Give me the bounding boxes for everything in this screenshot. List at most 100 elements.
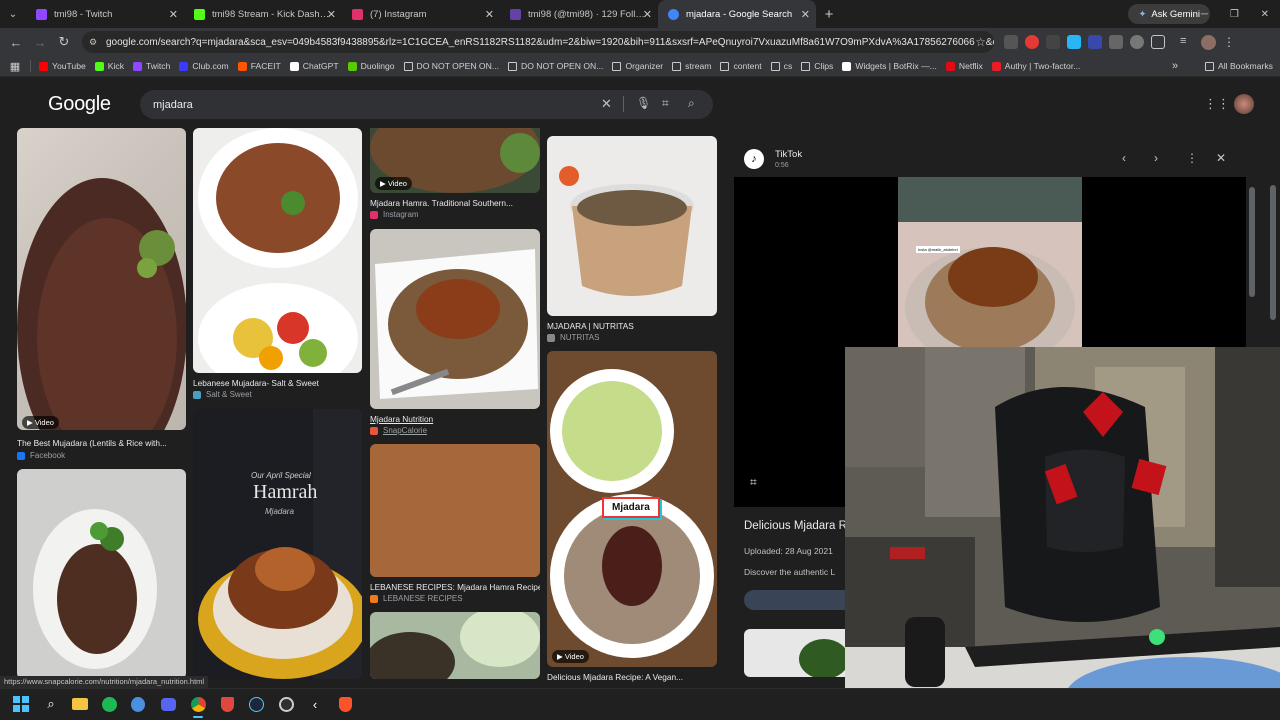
page-scrollbar-thumb[interactable] xyxy=(1270,185,1276,320)
close-window-icon[interactable]: ✕ xyxy=(1261,9,1269,20)
result-image[interactable] xyxy=(370,444,540,577)
more-bookmarks-icon[interactable]: » xyxy=(1172,60,1178,72)
site-info-icon[interactable]: ⚙ xyxy=(89,37,97,48)
result-image[interactable]: Mjadara xyxy=(547,351,717,667)
result-title[interactable]: Mjadara Nutrition xyxy=(370,414,540,424)
extension-icon[interactable] xyxy=(1109,35,1123,49)
apps-icon[interactable]: ▦ xyxy=(0,60,30,73)
profile-avatar[interactable] xyxy=(1201,34,1216,50)
bookmark-item[interactable]: Club.com xyxy=(179,61,229,71)
search-taskbar-icon[interactable]: ⌕ xyxy=(42,695,60,713)
spotify-icon[interactable] xyxy=(100,695,118,713)
tab-kick[interactable]: tmi98 Stream - Kick Dashboard ✕ xyxy=(184,0,342,28)
result-image[interactable]: Our April Special Hamrah Mjadara xyxy=(193,409,362,679)
bookmark-item[interactable]: DO NOT OPEN ON... xyxy=(507,61,603,71)
result-source[interactable]: Instagram xyxy=(370,210,419,219)
tab-google-search[interactable]: mjadara - Google Search ✕ xyxy=(658,0,816,28)
result-source[interactable]: Facebook xyxy=(17,451,65,460)
related-image[interactable] xyxy=(744,629,854,677)
mic-icon[interactable]: 🎙︎ xyxy=(636,96,651,110)
next-icon[interactable]: › xyxy=(1154,151,1158,165)
panel-title[interactable]: Delicious Mjadara R xyxy=(744,520,847,532)
tab-twitch-followers[interactable]: tmi98 (@tmi98) · 129 Followers ✕ xyxy=(500,0,658,28)
result-image[interactable] xyxy=(547,136,717,316)
discord-icon[interactable] xyxy=(159,695,177,713)
forward-icon[interactable]: → xyxy=(28,35,52,50)
menu-icon[interactable]: ⋮ xyxy=(1223,35,1235,49)
app-icon[interactable]: ‹ xyxy=(306,695,324,713)
bookmark-item[interactable]: content xyxy=(720,61,762,71)
minimize-icon[interactable]: ─ xyxy=(1201,9,1208,20)
tab-search-icon[interactable]: ⌄ xyxy=(0,9,26,20)
bookmark-item[interactable]: Organizer xyxy=(612,61,663,71)
extension-icon[interactable] xyxy=(1025,35,1039,49)
lens-search-icon[interactable]: ⌗ xyxy=(750,475,757,490)
result-title[interactable]: The Best Mujadara (Lentils & Rice with..… xyxy=(17,438,187,448)
puzzle-icon[interactable] xyxy=(1151,35,1165,49)
bookmark-item[interactable]: Duolingo xyxy=(347,61,395,71)
account-avatar[interactable] xyxy=(1234,94,1254,114)
bookmark-item[interactable]: Widgets | BotRix —... xyxy=(842,61,937,71)
result-image[interactable] xyxy=(370,229,540,409)
reload-icon[interactable]: ↻ xyxy=(52,34,76,50)
result-title[interactable]: Mjadara Hamra. Traditional Southern... xyxy=(370,198,540,208)
bookmark-item[interactable]: stream xyxy=(672,61,711,71)
back-icon[interactable]: ← xyxy=(4,35,28,50)
extension-icon[interactable] xyxy=(1046,35,1060,49)
extension-icon[interactable] xyxy=(1088,35,1102,49)
file-explorer-icon[interactable] xyxy=(71,695,89,713)
reading-list-icon[interactable]: ≡ xyxy=(1180,35,1194,49)
brave-icon[interactable] xyxy=(336,695,354,713)
extension-icon[interactable] xyxy=(1067,35,1081,49)
scrollbar-thumb[interactable] xyxy=(1249,187,1255,297)
tab-twitch[interactable]: tmi98 - Twitch ✕ xyxy=(26,0,184,28)
bookmark-item[interactable]: Twitch xyxy=(133,61,170,71)
restore-icon[interactable]: ❐ xyxy=(1230,9,1239,20)
result-title[interactable]: LEBANESE RECIPES: Mjadara Hamra Recipe xyxy=(370,582,540,592)
more-options-icon[interactable]: ⋮ xyxy=(1186,151,1198,165)
windows-start-icon[interactable] xyxy=(12,695,30,713)
new-tab-button[interactable]: + xyxy=(816,6,842,23)
bookmark-star-icon[interactable]: ☆ xyxy=(975,35,986,49)
bookmark-item[interactable]: Netflix xyxy=(945,61,983,71)
google-apps-icon[interactable]: ⋮⋮ xyxy=(1204,96,1230,112)
bookmark-item[interactable]: Clips xyxy=(801,61,833,71)
lens-icon[interactable]: ⌗ xyxy=(662,96,669,111)
search-box[interactable]: mjadara xyxy=(140,90,713,119)
close-tab-icon[interactable]: ✕ xyxy=(643,8,652,21)
shield-icon[interactable] xyxy=(218,695,236,713)
bookmark-item[interactable]: ChatGPT xyxy=(289,61,339,71)
result-source[interactable]: NUTRITAS xyxy=(547,333,599,342)
extension-icon[interactable] xyxy=(1130,35,1144,49)
search-input[interactable]: mjadara xyxy=(153,99,193,111)
visit-button[interactable] xyxy=(744,590,854,610)
google-logo[interactable]: Google xyxy=(48,93,111,116)
chrome-icon[interactable] xyxy=(189,695,207,713)
result-title[interactable]: MJADARA | NUTRITAS xyxy=(547,321,717,331)
result-image[interactable] xyxy=(17,469,186,679)
search-icon[interactable]: ⌕ xyxy=(688,96,695,111)
obs-icon[interactable] xyxy=(277,695,295,713)
bookmark-item[interactable]: cs xyxy=(770,61,792,71)
result-source[interactable]: LEBANESE RECIPES xyxy=(370,594,463,603)
result-image[interactable] xyxy=(370,612,540,679)
address-bar[interactable]: ⚙ google.com/search?q=mjadara&sca_esv=04… xyxy=(82,31,994,53)
all-bookmarks[interactable]: All Bookmarks xyxy=(1205,61,1273,71)
panel-source[interactable]: TikTok xyxy=(775,149,802,160)
result-image[interactable] xyxy=(193,128,362,373)
close-panel-icon[interactable]: ✕ xyxy=(1216,151,1226,165)
result-image[interactable] xyxy=(17,128,186,430)
result-source[interactable]: SnapCalorie xyxy=(370,426,427,435)
bookmark-item[interactable]: DO NOT OPEN ON... xyxy=(403,61,499,71)
result-title[interactable]: Delicious Mjadara Recipe: A Vegan... xyxy=(547,672,717,682)
extension-icon[interactable] xyxy=(1004,35,1018,49)
result-source[interactable]: Salt & Sweet xyxy=(193,390,252,399)
bookmark-item[interactable]: Authy | Two-factor... xyxy=(991,61,1080,71)
steam-icon[interactable] xyxy=(247,695,265,713)
bookmark-item[interactable]: Kick xyxy=(94,61,124,71)
close-tab-icon[interactable]: ✕ xyxy=(485,8,494,21)
tab-instagram[interactable]: (7) Instagram ✕ xyxy=(342,0,500,28)
prev-icon[interactable]: ‹ xyxy=(1122,151,1126,165)
clear-icon[interactable]: ✕ xyxy=(601,96,612,112)
close-tab-icon[interactable]: ✕ xyxy=(801,8,810,21)
